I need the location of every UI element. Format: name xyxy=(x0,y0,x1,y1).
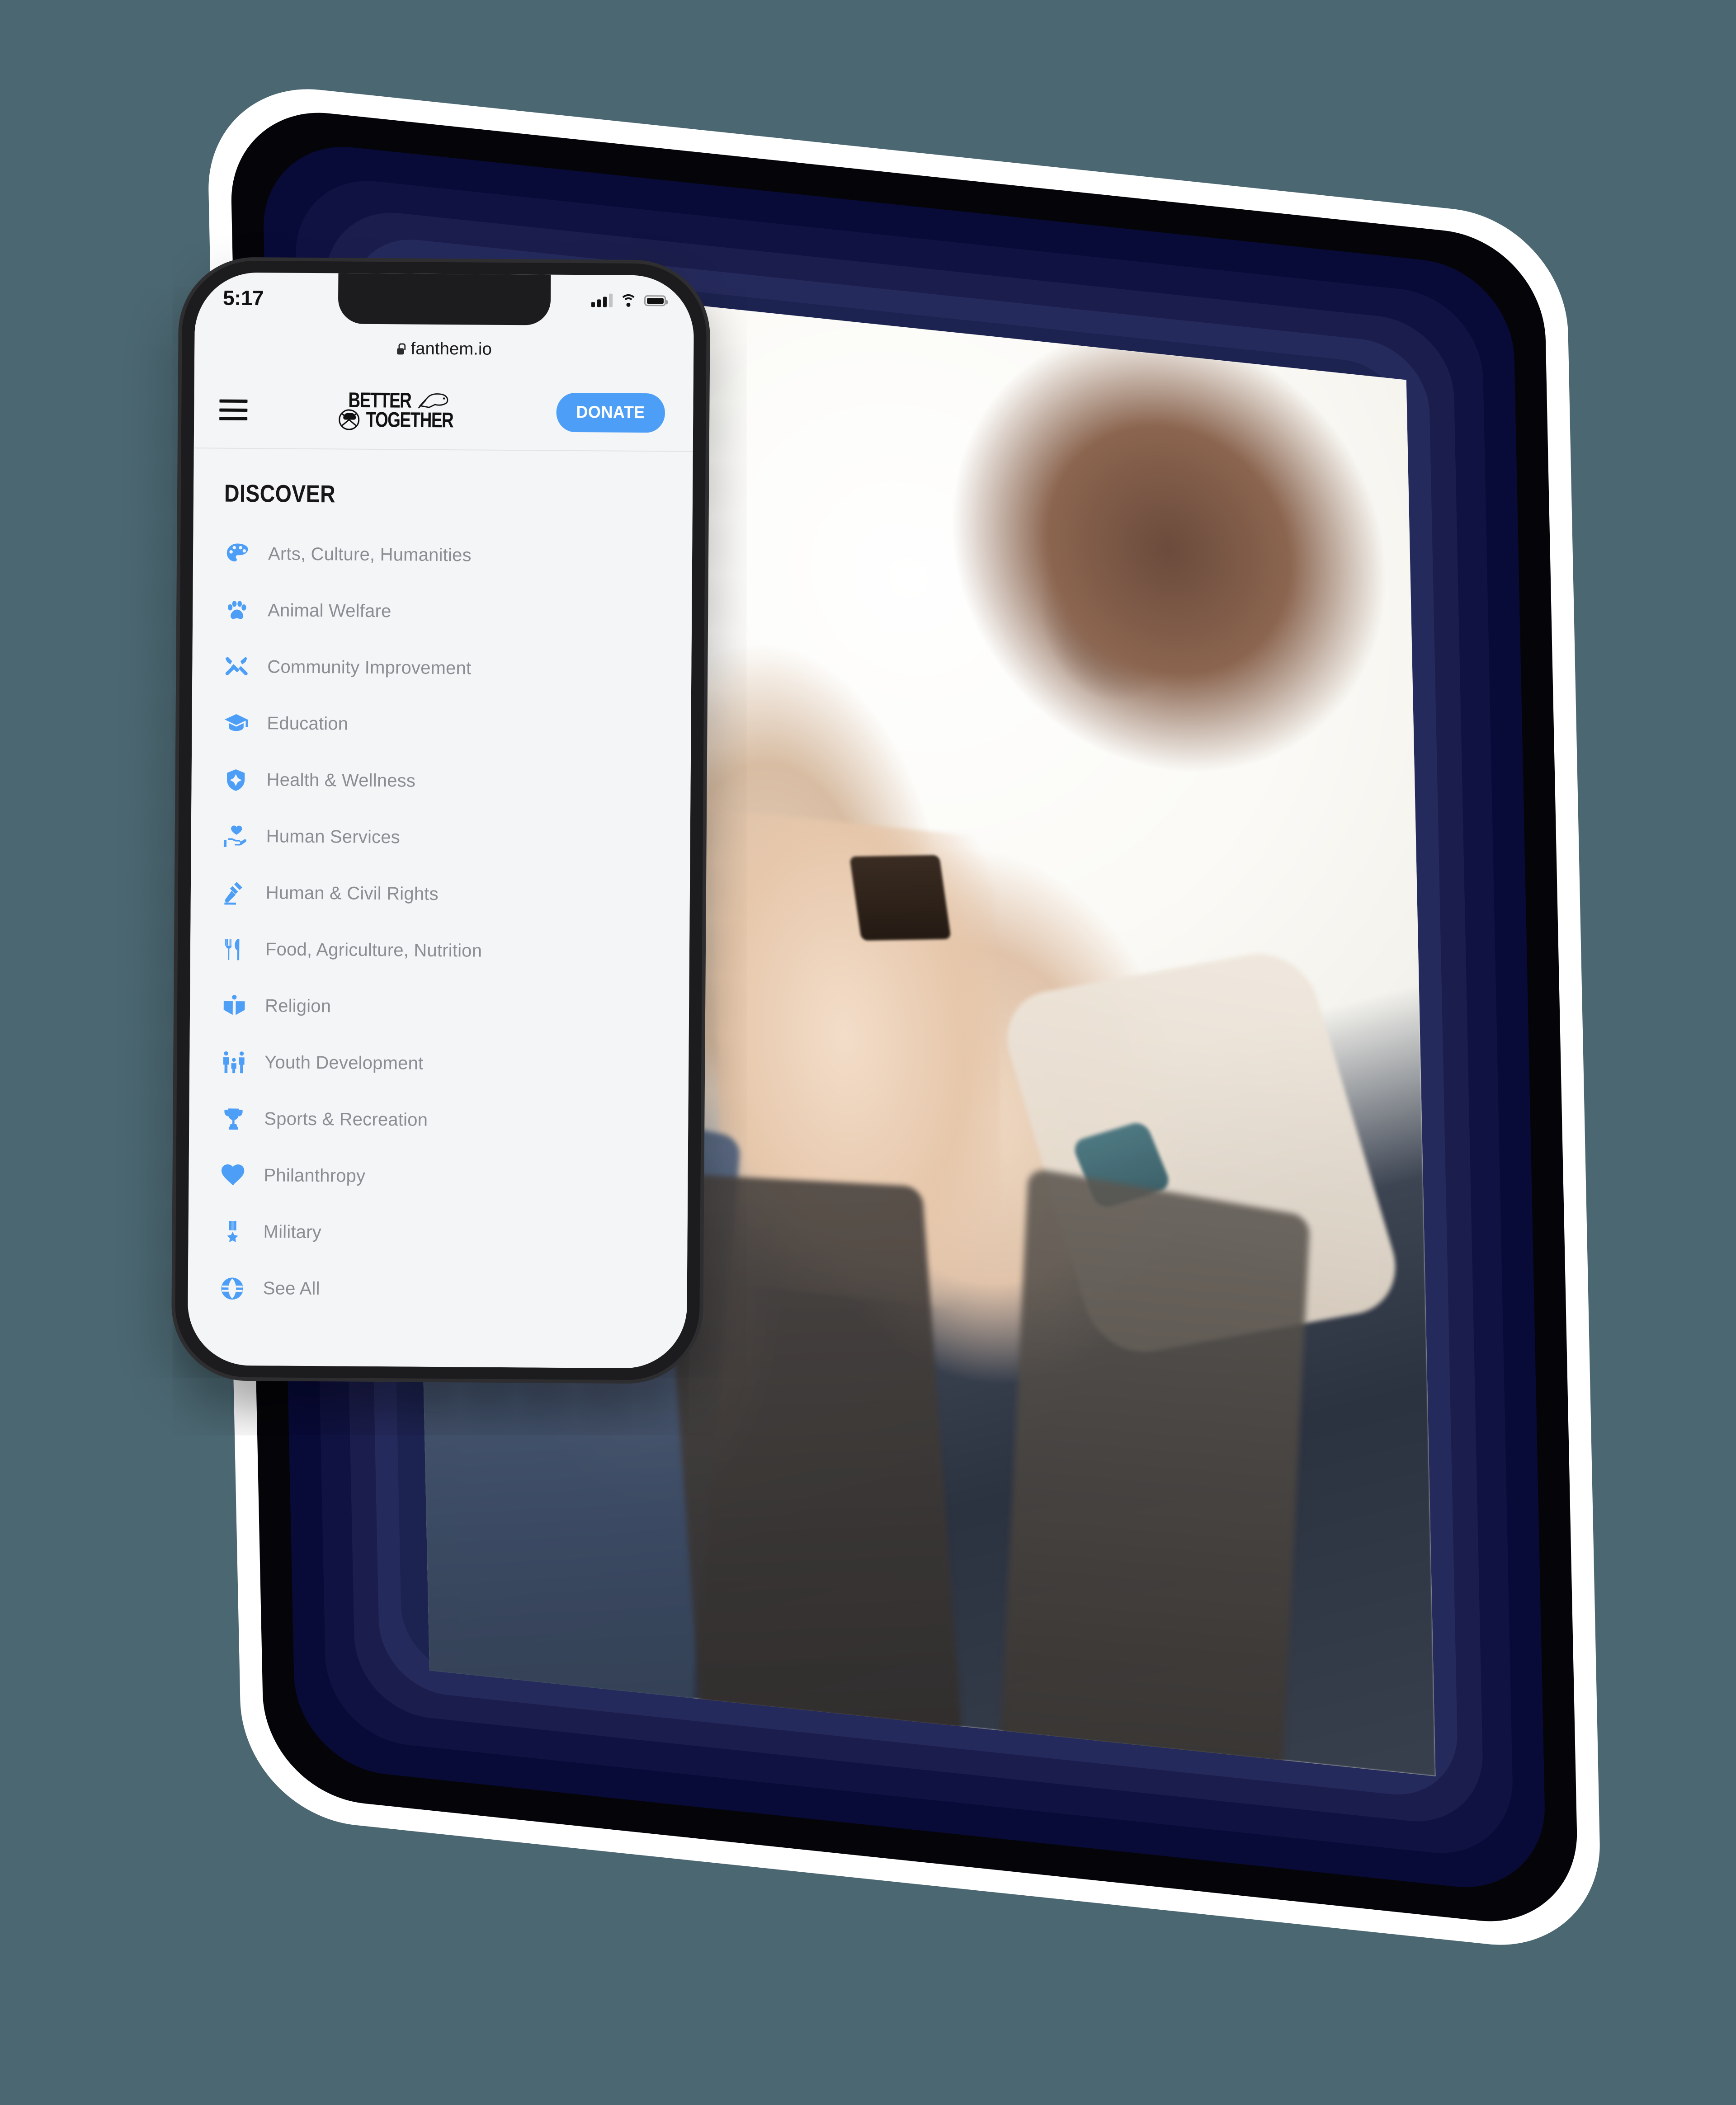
phone-screen: 5:17 fanthem.io BETTER TOGETHER DONATE D… xyxy=(187,272,694,1369)
menu-item-food-agriculture-nutrition[interactable]: Food, Agriculture, Nutrition xyxy=(221,921,690,981)
menu-item-label: Military xyxy=(263,1222,322,1243)
menu-item-label: See All xyxy=(263,1278,320,1299)
menu-item-religion[interactable]: Religion xyxy=(221,978,689,1037)
menu-item-youth-development[interactable]: Youth Development xyxy=(220,1034,689,1094)
buffalo-icon xyxy=(418,393,448,409)
site-logo[interactable]: BETTER TOGETHER xyxy=(338,388,457,432)
palette-icon xyxy=(224,540,251,567)
menu-item-label: Philanthropy xyxy=(264,1165,366,1186)
page-title: DISCOVER xyxy=(224,480,336,508)
logo-bottom-row: TOGETHER xyxy=(338,408,457,432)
menu-item-human-services[interactable]: Human Services xyxy=(222,808,690,868)
hamburger-menu-icon[interactable] xyxy=(219,399,248,420)
trophy-icon xyxy=(220,1105,247,1132)
menu-item-military[interactable]: Military xyxy=(219,1204,688,1263)
menu-item-label: Human & Civil Rights xyxy=(265,883,439,904)
family-icon xyxy=(220,1049,247,1076)
phone-device: 5:17 fanthem.io BETTER TOGETHER DONATE D… xyxy=(175,260,707,1381)
logo-line2: TOGETHER xyxy=(366,408,453,432)
cellular-signal-icon xyxy=(591,293,613,307)
fork-knife-icon xyxy=(221,936,248,963)
menu-item-animal-welfare[interactable]: Animal Welfare xyxy=(223,582,692,642)
medal-icon xyxy=(219,1218,246,1245)
graduation-cap-icon xyxy=(222,710,250,737)
menu-item-label: Health & Wellness xyxy=(266,770,416,791)
battery-icon xyxy=(644,295,666,306)
menu-item-education[interactable]: Education xyxy=(222,695,691,755)
menu-item-label: Education xyxy=(267,713,349,734)
globe-icon xyxy=(219,1275,246,1302)
menu-item-label: Sports & Recreation xyxy=(264,1109,428,1130)
donate-button[interactable]: DONATE xyxy=(556,392,665,433)
phone-notch xyxy=(338,273,551,325)
menu-item-label: Community Improvement xyxy=(267,657,472,678)
menu-item-label: Animal Welfare xyxy=(268,600,392,622)
gavel-icon xyxy=(222,879,249,906)
browser-address-bar[interactable]: fanthem.io xyxy=(194,323,694,375)
url-text: fanthem.io xyxy=(410,339,492,359)
status-clock: 5:17 xyxy=(222,286,264,310)
shield-medical-icon xyxy=(222,766,249,793)
wifi-icon xyxy=(619,294,637,312)
menu-item-sports-recreation[interactable]: Sports & Recreation xyxy=(220,1091,689,1150)
status-indicators xyxy=(591,293,666,312)
menu-item-label: Human Services xyxy=(266,826,401,848)
menu-item-health-wellness[interactable]: Health & Wellness xyxy=(222,752,691,811)
tools-icon xyxy=(223,653,250,680)
menu-item-philanthropy[interactable]: Philanthropy xyxy=(219,1147,688,1207)
paw-icon xyxy=(223,597,250,624)
menu-item-arts-culture-humanities[interactable]: Arts, Culture, Humanities xyxy=(224,526,693,585)
heart-icon xyxy=(219,1162,246,1189)
logo-top-row: BETTER xyxy=(346,388,450,413)
menu-item-see-all[interactable]: See All xyxy=(218,1260,687,1320)
open-book-icon xyxy=(221,992,248,1019)
menu-item-human-civil-rights[interactable]: Human & Civil Rights xyxy=(221,865,690,924)
menu-item-label: Youth Development xyxy=(264,1052,424,1074)
circle-buffalo-badge-icon xyxy=(338,409,360,430)
photo-arm-sleeve-3 xyxy=(991,1167,1310,1776)
menu-item-label: Food, Agriculture, Nutrition xyxy=(265,939,482,961)
photo-wristwatch xyxy=(849,855,951,941)
discover-menu: DISCOVER Arts, Culture, Humanities Anima… xyxy=(187,448,693,1369)
lock-icon xyxy=(396,343,405,354)
page-root: 5:17 fanthem.io BETTER TOGETHER DONATE D… xyxy=(0,0,1736,2105)
menu-item-label: Religion xyxy=(264,996,331,1017)
hand-holding-heart-icon xyxy=(222,823,249,850)
category-list: Arts, Culture, Humanities Animal Welfare… xyxy=(218,526,692,1320)
logo-line1: BETTER xyxy=(348,388,411,413)
menu-item-community-improvement[interactable]: Community Improvement xyxy=(223,639,692,698)
site-navbar: BETTER TOGETHER DONATE xyxy=(193,372,693,452)
menu-item-label: Arts, Culture, Humanities xyxy=(268,544,472,565)
